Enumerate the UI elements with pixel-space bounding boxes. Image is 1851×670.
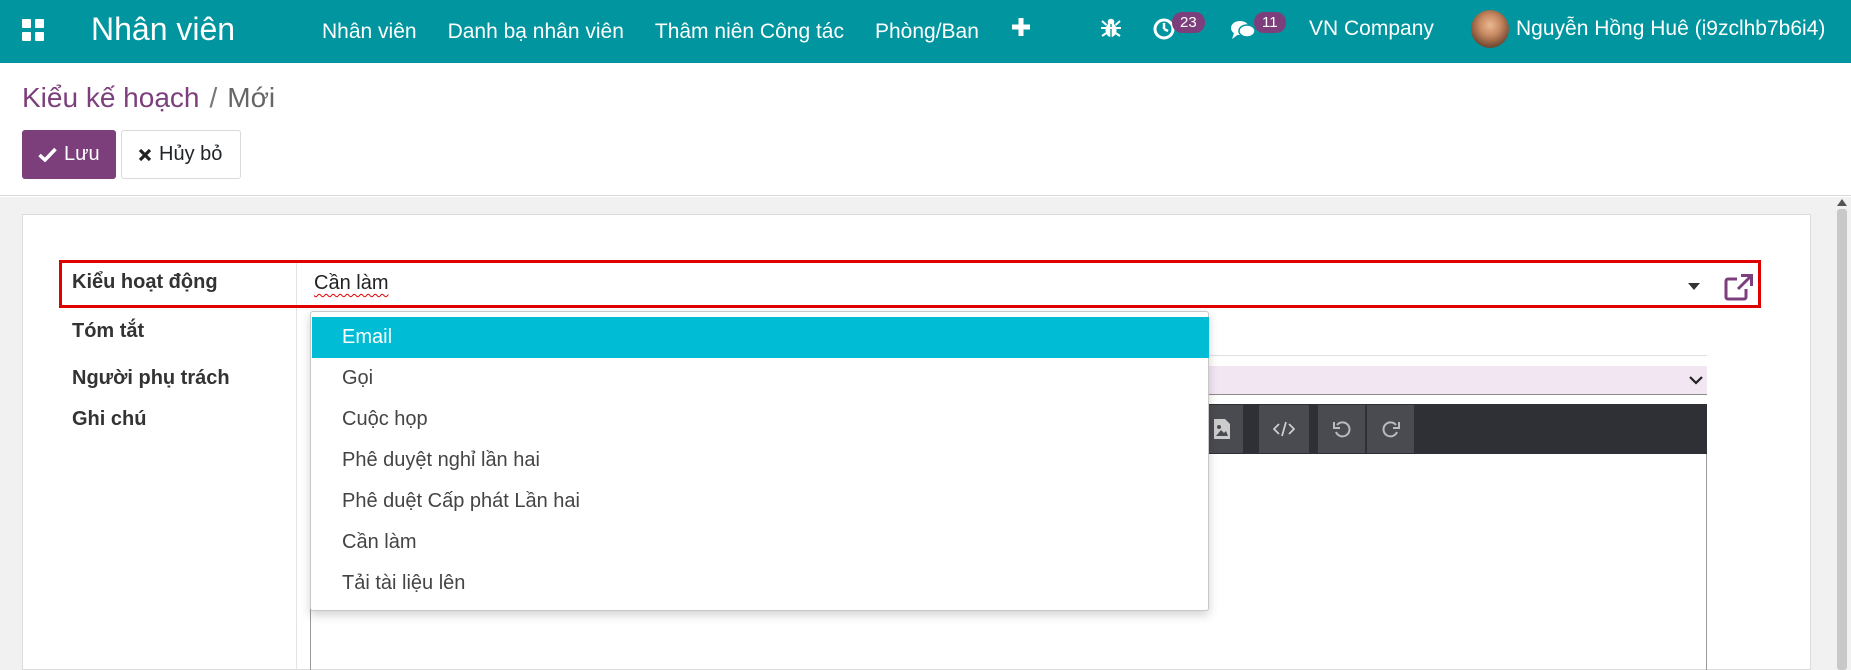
check-icon bbox=[38, 147, 57, 162]
dropdown-option-meeting[interactable]: Cuộc họp bbox=[312, 399, 1209, 440]
external-link-icon[interactable] bbox=[1724, 273, 1754, 301]
menu-item-directory[interactable]: Danh bạ nhân viên bbox=[448, 20, 624, 44]
caret-down-icon[interactable] bbox=[1688, 283, 1700, 290]
redo-icon bbox=[1382, 421, 1400, 438]
activity-type-input[interactable]: Cần làm bbox=[314, 272, 388, 295]
breadcrumb-separator: / bbox=[209, 82, 218, 113]
dropdown-option-call[interactable]: Gọi bbox=[312, 358, 1209, 399]
dropdown-option-upload-document[interactable]: Tải tài liệu lên bbox=[312, 563, 1209, 604]
message-count-badge: 11 bbox=[1254, 12, 1286, 33]
control-panel: Kiểu kế hoạch / Mới Lưu Hủy bỏ bbox=[0, 63, 1851, 196]
label-divider bbox=[296, 260, 297, 670]
user-menu[interactable]: Nguyễn Hồng Huê (i9zclhb7b6i4) bbox=[1516, 17, 1825, 41]
breadcrumb-current: Mới bbox=[227, 82, 276, 113]
responsible-label: Người phụ trách bbox=[72, 367, 230, 389]
activity-type-dropdown: Email Gọi Cuộc họp Phê duyệt nghỉ lần ha… bbox=[310, 311, 1209, 611]
undo-button[interactable] bbox=[1318, 405, 1365, 453]
top-navbar: Nhân viên Nhân viên Danh bạ nhân viên Th… bbox=[0, 0, 1851, 63]
messages-button[interactable]: 11 bbox=[1230, 12, 1288, 44]
menu-item-employees[interactable]: Nhân viên bbox=[322, 20, 417, 44]
company-switcher[interactable]: VN Company bbox=[1309, 17, 1434, 41]
main-menu: Nhân viên Danh bạ nhân viên Thâm niên Cô… bbox=[322, 0, 1010, 63]
bug-icon[interactable] bbox=[1100, 17, 1122, 39]
plus-icon[interactable] bbox=[1011, 17, 1031, 37]
apps-icon[interactable] bbox=[22, 19, 44, 41]
activity-count-badge: 23 bbox=[1172, 12, 1205, 33]
menu-item-seniority[interactable]: Thâm niên Công tác bbox=[655, 20, 844, 44]
discard-button-label: Hủy bỏ bbox=[159, 143, 223, 165]
responsible-select[interactable] bbox=[1209, 366, 1707, 395]
image-icon bbox=[1214, 419, 1230, 439]
close-icon bbox=[138, 148, 152, 161]
dropdown-option-allocation-approval[interactable]: Phê duệt Cấp phát Lần hai bbox=[312, 481, 1209, 522]
breadcrumb: Kiểu kế hoạch / Mới bbox=[22, 80, 275, 116]
redo-button[interactable] bbox=[1367, 405, 1414, 453]
scroll-up-arrow[interactable] bbox=[1837, 199, 1847, 206]
activities-button[interactable]: 23 bbox=[1152, 12, 1206, 44]
code-icon bbox=[1273, 421, 1295, 437]
note-label: Ghi chú bbox=[72, 408, 147, 430]
discard-button[interactable]: Hủy bỏ bbox=[121, 130, 241, 179]
undo-icon bbox=[1332, 421, 1350, 438]
save-button[interactable]: Lưu bbox=[22, 130, 116, 179]
avatar[interactable] bbox=[1471, 10, 1509, 48]
dropdown-option-leave-approval[interactable]: Phê duyệt nghỉ lần hai bbox=[312, 440, 1209, 481]
chevron-down-icon[interactable] bbox=[1687, 371, 1705, 389]
code-view-button[interactable] bbox=[1259, 405, 1309, 453]
dropdown-option-todo[interactable]: Cần làm bbox=[312, 522, 1209, 563]
save-button-label: Lưu bbox=[64, 143, 100, 165]
breadcrumb-parent[interactable]: Kiểu kế hoạch bbox=[22, 82, 199, 113]
app-title[interactable]: Nhân viên bbox=[91, 9, 235, 49]
summary-label: Tóm tắt bbox=[72, 320, 145, 342]
summary-input[interactable] bbox=[1209, 355, 1707, 356]
dropdown-option-email[interactable]: Email bbox=[312, 317, 1209, 358]
menu-item-departments[interactable]: Phòng/Ban bbox=[875, 20, 979, 44]
activity-type-label: Kiểu hoạt động bbox=[72, 271, 218, 293]
chat-icon bbox=[1231, 21, 1256, 39]
scrollbar-thumb[interactable] bbox=[1837, 209, 1847, 670]
